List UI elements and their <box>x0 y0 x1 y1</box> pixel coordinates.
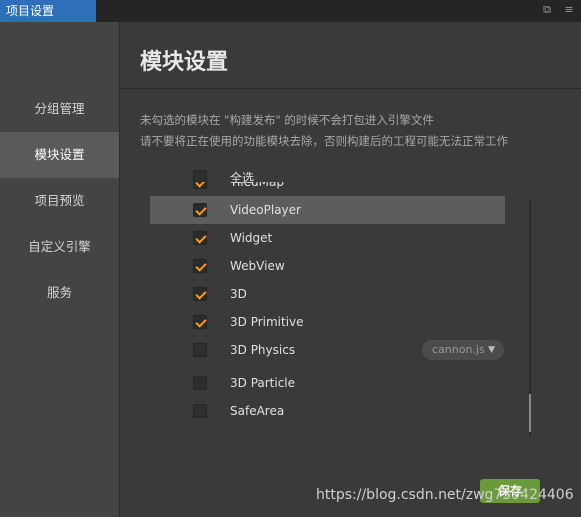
watermark: https://blog.csdn.net/zwg739424406 <box>316 487 574 503</box>
caret-down-icon: ▼ <box>488 345 495 355</box>
sidebar: 分组管理 模块设置 项目预览 自定义引擎 服务 <box>0 22 120 517</box>
module-checkbox[interactable] <box>193 315 207 329</box>
description-line-2: 请不要将正在使用的功能模块去除，否则构建后的工程可能无法正常工作 <box>140 134 508 148</box>
module-checkbox[interactable] <box>193 203 207 217</box>
module-checkbox[interactable] <box>193 404 207 418</box>
module-row-3d-physics[interactable]: 3D Physics cannon.js ▼ <box>150 336 505 364</box>
module-checkbox[interactable] <box>193 182 207 189</box>
module-label: 3D Primitive <box>230 315 304 329</box>
physics-engine-select[interactable]: cannon.js ▼ <box>422 340 504 360</box>
module-checkbox[interactable] <box>193 343 207 357</box>
sidebar-item-services[interactable]: 服务 <box>0 270 119 316</box>
sidebar-item-group-management[interactable]: 分组管理 <box>0 86 119 132</box>
module-label: 3D Particle <box>230 376 296 390</box>
module-checkbox[interactable] <box>193 259 207 273</box>
module-label: TiledMap <box>230 182 284 189</box>
module-row-tiledmap[interactable]: TiledMap <box>150 182 505 196</box>
module-row-videoplayer[interactable]: VideoPlayer <box>150 196 505 224</box>
physics-engine-value: cannon.js <box>432 343 485 356</box>
divider <box>120 88 581 89</box>
sidebar-item-project-preview[interactable]: 项目预览 <box>0 178 119 224</box>
module-label: 3D <box>230 287 247 301</box>
module-label: 3D Physics <box>230 343 296 357</box>
description-line-1: 未勾选的模块在 "构建发布" 的时候不会打包进入引擎文件 <box>140 113 434 127</box>
module-label: VideoPlayer <box>230 203 301 217</box>
scrollbar-thumb[interactable] <box>529 394 531 432</box>
module-checkbox[interactable] <box>193 287 207 301</box>
module-checkbox[interactable] <box>193 376 207 390</box>
module-row-webview[interactable]: WebView <box>150 252 505 280</box>
module-row-safearea[interactable]: SafeArea <box>150 397 505 425</box>
module-row-3d[interactable]: 3D <box>150 280 505 308</box>
module-label: Widget <box>230 231 273 245</box>
window-title-tab[interactable]: 项目设置 <box>0 0 96 22</box>
module-row-3d-particle[interactable]: 3D Particle <box>150 369 505 397</box>
module-list[interactable]: TiledMap VideoPlayer Widget WebView 3D 3… <box>150 182 535 462</box>
menu-icon[interactable]: ≡ <box>562 3 576 17</box>
page-title: 模块设置 <box>140 50 229 75</box>
module-checkbox[interactable] <box>193 231 207 245</box>
module-row-widget[interactable]: Widget <box>150 224 505 252</box>
module-label: WebView <box>230 259 285 273</box>
restore-icon[interactable]: ⧉ <box>540 3 554 17</box>
sidebar-item-custom-engine[interactable]: 自定义引擎 <box>0 224 119 270</box>
module-row-3d-primitive[interactable]: 3D Primitive <box>150 308 505 336</box>
sidebar-item-module-settings[interactable]: 模块设置 <box>0 132 119 178</box>
module-label: SafeArea <box>230 404 285 418</box>
title-bar: 项目设置 ⧉ ≡ <box>0 0 581 22</box>
main-panel: 模块设置 未勾选的模块在 "构建发布" 的时候不会打包进入引擎文件 请不要将正在… <box>120 22 581 517</box>
